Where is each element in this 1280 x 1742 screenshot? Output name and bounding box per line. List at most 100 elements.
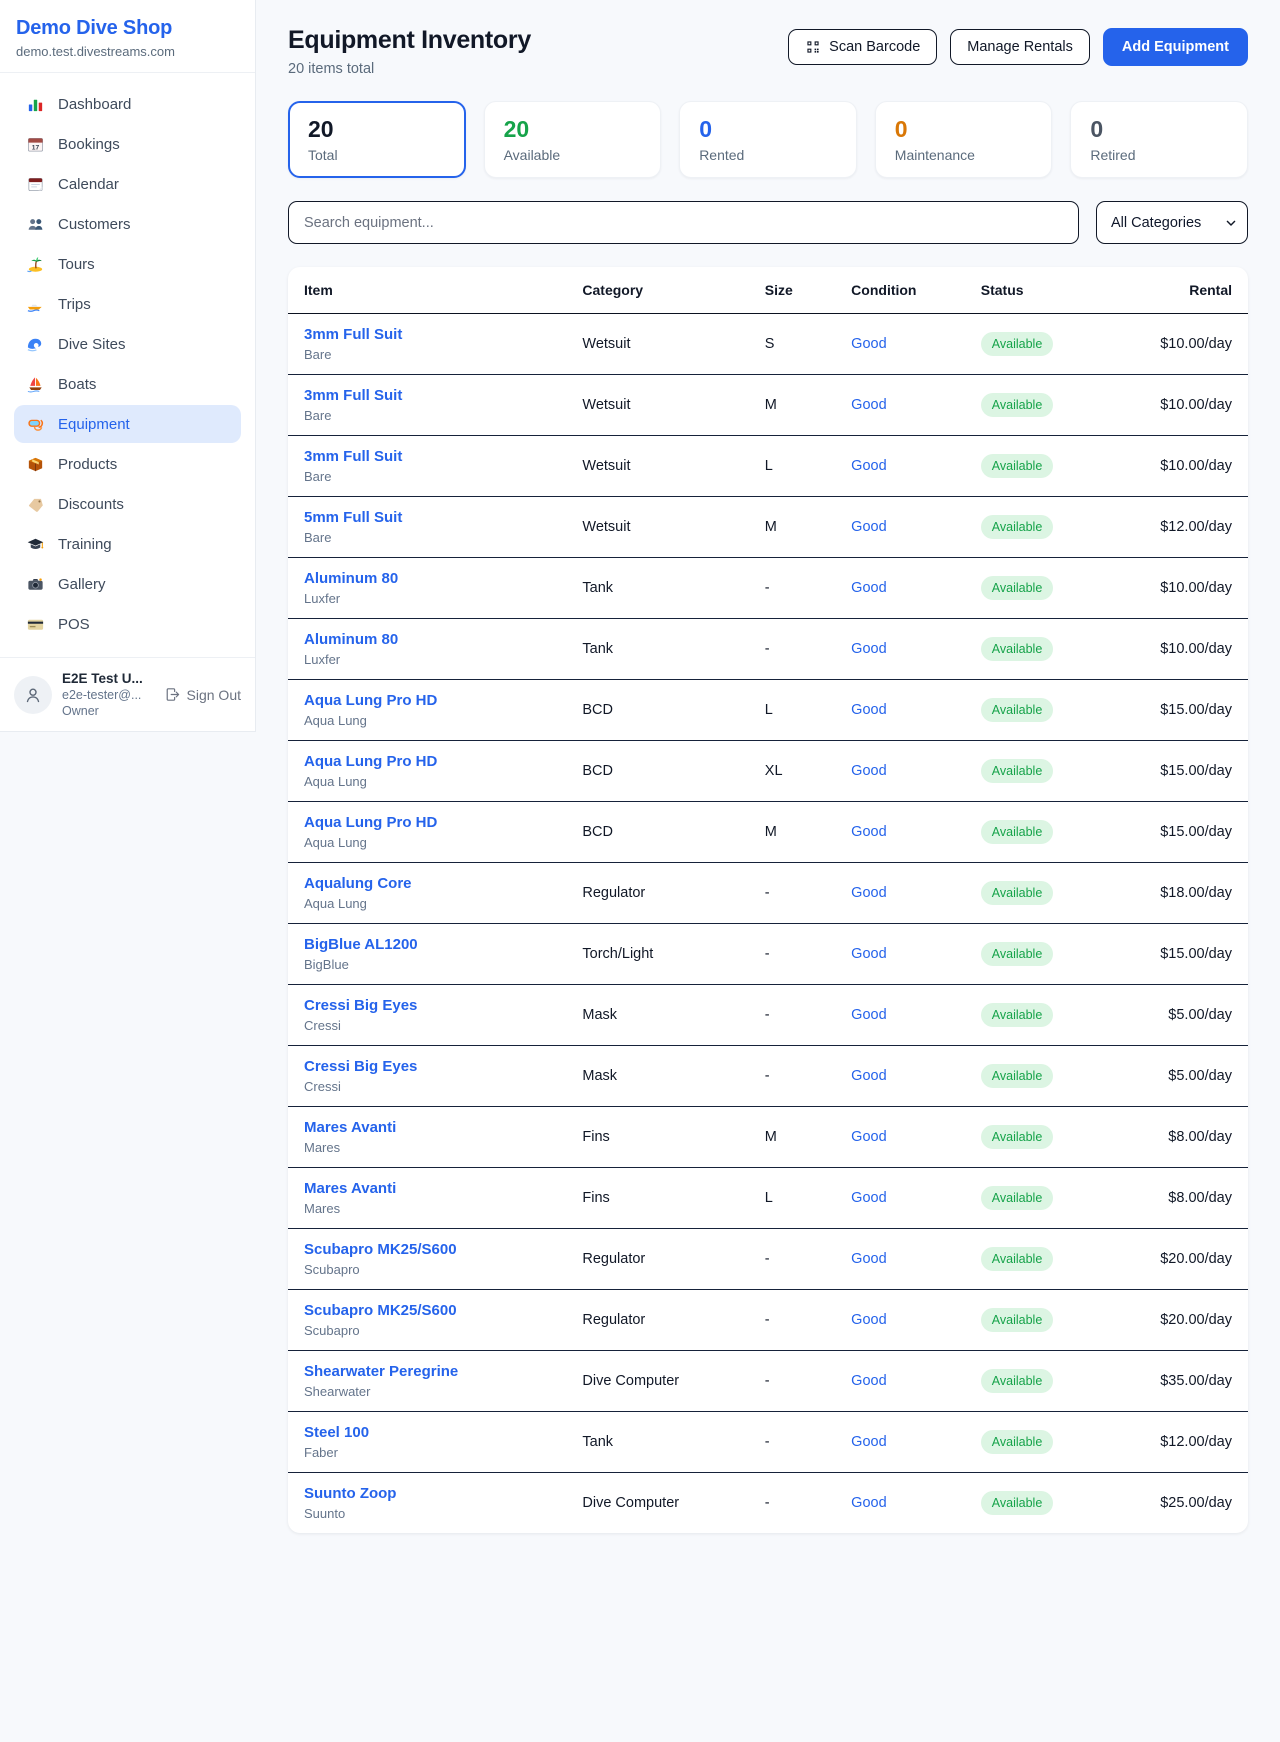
condition-link[interactable]: Good — [851, 885, 886, 901]
item-name-link[interactable]: Aluminum 80 — [304, 570, 550, 587]
scan-barcode-label: Scan Barcode — [829, 39, 920, 55]
scan-barcode-button[interactable]: Scan Barcode — [788, 29, 937, 65]
item-name-link[interactable]: Aqualung Core — [304, 875, 550, 892]
sidebar-item-bookings[interactable]: 17 Bookings — [14, 125, 241, 163]
sidebar-item-equipment[interactable]: Equipment — [14, 405, 241, 443]
sidebar-item-pos[interactable]: POS — [14, 605, 241, 643]
condition-link[interactable]: Good — [851, 1251, 886, 1267]
sidebar-item-tours[interactable]: Tours — [14, 245, 241, 283]
item-brand: Scubapro — [304, 1262, 550, 1277]
condition-link[interactable]: Good — [851, 1129, 886, 1145]
item-name-link[interactable]: Aqua Lung Pro HD — [304, 692, 550, 709]
sidebar-item-training[interactable]: Training — [14, 525, 241, 563]
item-rental: $10.00/day — [1123, 558, 1248, 619]
condition-link[interactable]: Good — [851, 519, 886, 535]
stat-card-maintenance[interactable]: 0 Maintenance — [875, 101, 1053, 178]
item-name-link[interactable]: 3mm Full Suit — [304, 387, 550, 404]
table-row[interactable]: Mares Avanti Mares Fins L Good Available… — [288, 1168, 1248, 1229]
item-name-link[interactable]: Mares Avanti — [304, 1180, 550, 1197]
condition-link[interactable]: Good — [851, 1312, 886, 1328]
stat-card-rented[interactable]: 0 Rented — [679, 101, 857, 178]
sidebar-item-discounts[interactable]: Discounts — [14, 485, 241, 523]
table-row[interactable]: Aqualung Core Aqua Lung Regulator - Good… — [288, 863, 1248, 924]
sidebar-item-customers[interactable]: Customers — [14, 205, 241, 243]
table-row[interactable]: Suunto Zoop Suunto Dive Computer - Good … — [288, 1473, 1248, 1534]
item-rental: $12.00/day — [1123, 1412, 1248, 1473]
condition-link[interactable]: Good — [851, 1190, 886, 1206]
item-size: L — [749, 436, 835, 497]
search-input[interactable] — [288, 201, 1079, 244]
item-name-link[interactable]: Scubapro MK25/S600 — [304, 1241, 550, 1258]
sidebar-item-dive-sites[interactable]: Dive Sites — [14, 325, 241, 363]
item-name-link[interactable]: Aqua Lung Pro HD — [304, 753, 550, 770]
condition-link[interactable]: Good — [851, 458, 886, 474]
table-row[interactable]: 5mm Full Suit Bare Wetsuit M Good Availa… — [288, 497, 1248, 558]
stat-card-retired[interactable]: 0 Retired — [1070, 101, 1248, 178]
table-row[interactable]: Aqua Lung Pro HD Aqua Lung BCD XL Good A… — [288, 741, 1248, 802]
condition-link[interactable]: Good — [851, 946, 886, 962]
table-row[interactable]: Scubapro MK25/S600 Scubapro Regulator - … — [288, 1229, 1248, 1290]
condition-link[interactable]: Good — [851, 763, 886, 779]
table-row[interactable]: Shearwater Peregrine Shearwater Dive Com… — [288, 1351, 1248, 1412]
item-name-link[interactable]: Aluminum 80 — [304, 631, 550, 648]
item-category: Dive Computer — [566, 1473, 748, 1534]
item-name-link[interactable]: 3mm Full Suit — [304, 448, 550, 465]
table-row[interactable]: Scubapro MK25/S600 Scubapro Regulator - … — [288, 1290, 1248, 1351]
condition-link[interactable]: Good — [851, 397, 886, 413]
sidebar-item-dashboard[interactable]: Dashboard — [14, 85, 241, 123]
stat-card-available[interactable]: 20 Available — [484, 101, 662, 178]
sidebar-item-products[interactable]: Products — [14, 445, 241, 483]
item-name-link[interactable]: 3mm Full Suit — [304, 326, 550, 343]
table-row[interactable]: Cressi Big Eyes Cressi Mask - Good Avail… — [288, 1046, 1248, 1107]
condition-link[interactable]: Good — [851, 1434, 886, 1450]
item-name-link[interactable]: Cressi Big Eyes — [304, 997, 550, 1014]
item-name-link[interactable]: BigBlue AL1200 — [304, 936, 550, 953]
condition-link[interactable]: Good — [851, 824, 886, 840]
sign-out-button[interactable]: Sign Out — [164, 686, 241, 703]
manage-rentals-button[interactable]: Manage Rentals — [950, 29, 1090, 65]
condition-link[interactable]: Good — [851, 580, 886, 596]
item-rental: $20.00/day — [1123, 1290, 1248, 1351]
condition-link[interactable]: Good — [851, 1373, 886, 1389]
sidebar-item-gallery[interactable]: Gallery — [14, 565, 241, 603]
item-rental: $12.00/day — [1123, 497, 1248, 558]
table-row[interactable]: Cressi Big Eyes Cressi Mask - Good Avail… — [288, 985, 1248, 1046]
table-row[interactable]: Aqua Lung Pro HD Aqua Lung BCD M Good Av… — [288, 802, 1248, 863]
condition-link[interactable]: Good — [851, 336, 886, 352]
item-name-link[interactable]: Cressi Big Eyes — [304, 1058, 550, 1075]
sidebar-item-calendar[interactable]: Calendar — [14, 165, 241, 203]
item-name-link[interactable]: Shearwater Peregrine — [304, 1363, 550, 1380]
item-name-link[interactable]: Steel 100 — [304, 1424, 550, 1441]
condition-link[interactable]: Good — [851, 1007, 886, 1023]
table-row[interactable]: Aqua Lung Pro HD Aqua Lung BCD L Good Av… — [288, 680, 1248, 741]
item-brand: Mares — [304, 1140, 550, 1155]
table-row[interactable]: Aluminum 80 Luxfer Tank - Good Available… — [288, 619, 1248, 680]
table-row[interactable]: Aluminum 80 Luxfer Tank - Good Available… — [288, 558, 1248, 619]
item-name-link[interactable]: Aqua Lung Pro HD — [304, 814, 550, 831]
item-rental: $15.00/day — [1123, 802, 1248, 863]
sidebar-item-boats[interactable]: Boats — [14, 365, 241, 403]
condition-link[interactable]: Good — [851, 702, 886, 718]
item-name-link[interactable]: Suunto Zoop — [304, 1485, 550, 1502]
column-category: Category — [566, 267, 748, 314]
shop-name: Demo Dive Shop — [16, 17, 239, 40]
stat-card-total[interactable]: 20 Total — [288, 101, 466, 178]
item-name-link[interactable]: Mares Avanti — [304, 1119, 550, 1136]
table-row[interactable]: Mares Avanti Mares Fins M Good Available… — [288, 1107, 1248, 1168]
table-row[interactable]: 3mm Full Suit Bare Wetsuit L Good Availa… — [288, 436, 1248, 497]
item-brand: Cressi — [304, 1018, 550, 1033]
status-badge: Available — [981, 1125, 1054, 1149]
condition-link[interactable]: Good — [851, 641, 886, 657]
table-row[interactable]: BigBlue AL1200 BigBlue Torch/Light - Goo… — [288, 924, 1248, 985]
add-equipment-button[interactable]: Add Equipment — [1103, 28, 1248, 66]
item-name-link[interactable]: 5mm Full Suit — [304, 509, 550, 526]
condition-link[interactable]: Good — [851, 1495, 886, 1511]
item-name-link[interactable]: Scubapro MK25/S600 — [304, 1302, 550, 1319]
condition-link[interactable]: Good — [851, 1068, 886, 1084]
table-row[interactable]: 3mm Full Suit Bare Wetsuit M Good Availa… — [288, 375, 1248, 436]
table-row[interactable]: 3mm Full Suit Bare Wetsuit S Good Availa… — [288, 314, 1248, 375]
category-select[interactable]: All Categories — [1096, 201, 1248, 244]
stat-label: Maintenance — [895, 147, 1033, 163]
table-row[interactable]: Steel 100 Faber Tank - Good Available $1… — [288, 1412, 1248, 1473]
sidebar-item-trips[interactable]: Trips — [14, 285, 241, 323]
